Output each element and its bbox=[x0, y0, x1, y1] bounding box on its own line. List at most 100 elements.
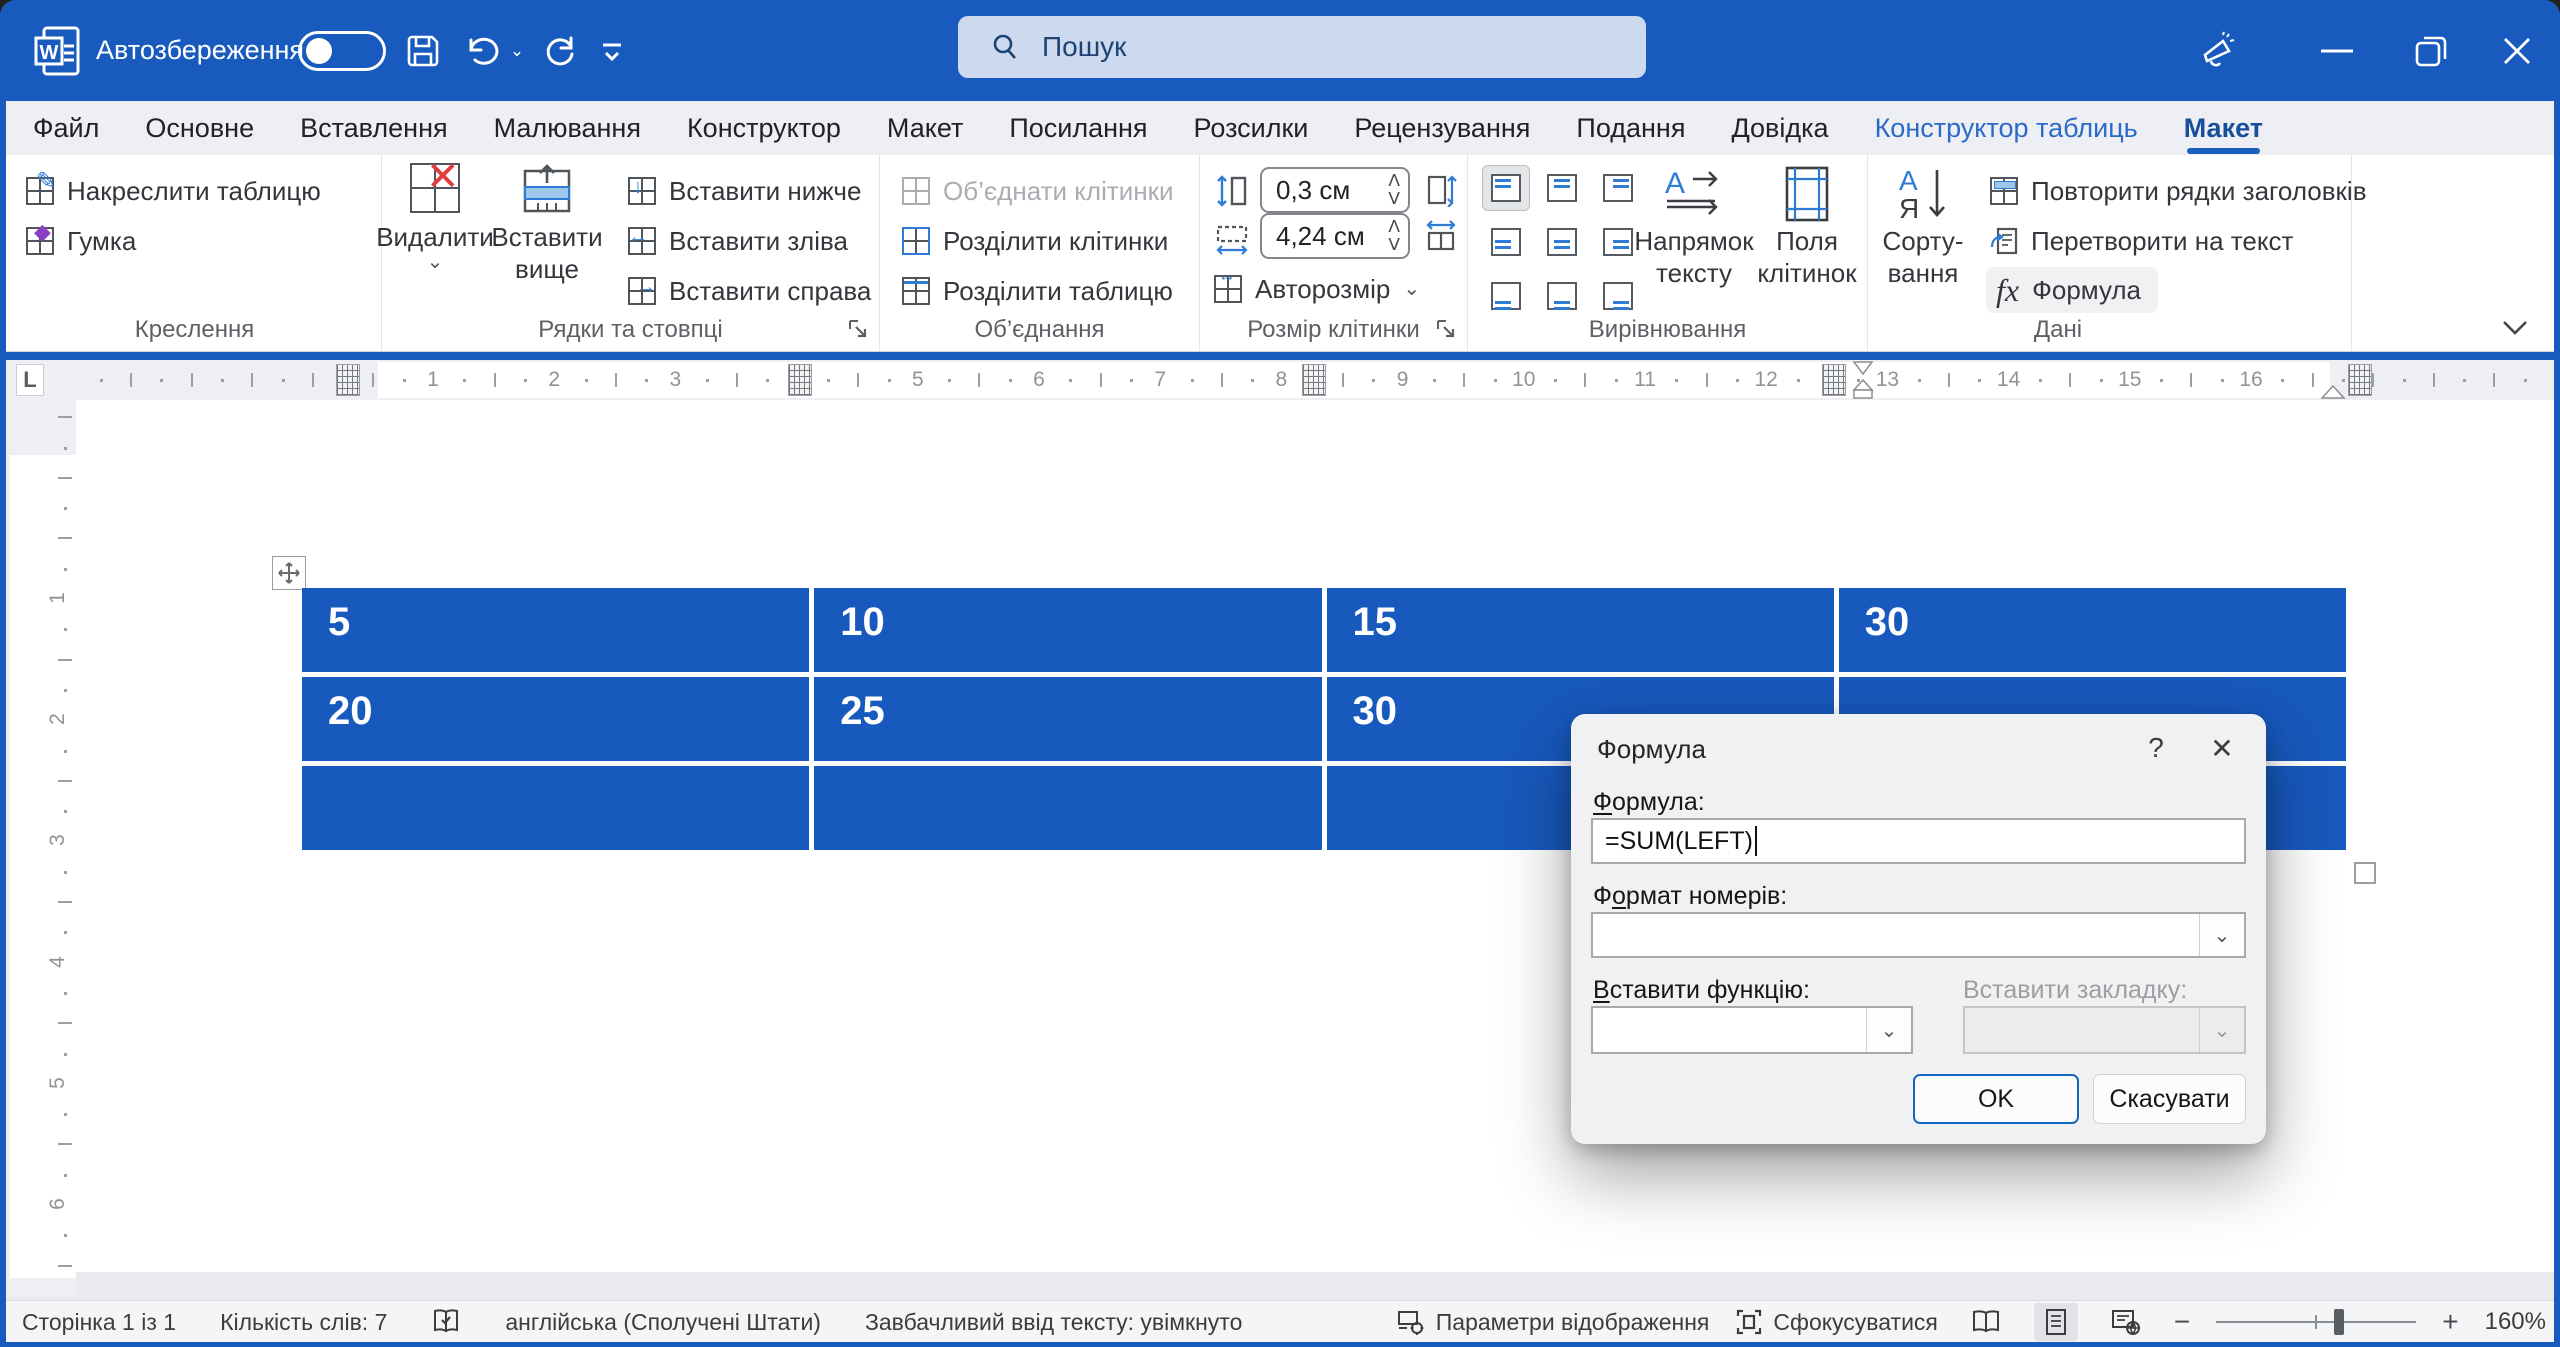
tab-7-normal[interactable]: Розсилки bbox=[1171, 101, 1332, 155]
undo-chevron-icon[interactable]: ⌄ bbox=[506, 0, 528, 101]
number-format-combobox[interactable]: ⌄ bbox=[1591, 912, 2246, 958]
align-top-right-button[interactable] bbox=[1594, 165, 1642, 211]
align-top-left-button[interactable] bbox=[1482, 165, 1530, 211]
save-icon[interactable] bbox=[400, 0, 446, 101]
indent-markers-icon[interactable] bbox=[1846, 360, 1880, 400]
table-cell-r1c2[interactable]: 10 bbox=[814, 588, 1321, 672]
tab-3-normal[interactable]: Малювання bbox=[471, 101, 664, 155]
undo-icon[interactable] bbox=[456, 0, 506, 101]
align-top-center-button[interactable] bbox=[1538, 165, 1586, 211]
table-column-marker[interactable] bbox=[1822, 364, 1846, 396]
tab-10-normal[interactable]: Довідка bbox=[1708, 101, 1851, 155]
web-layout-button[interactable] bbox=[2104, 1303, 2148, 1341]
table-column-marker[interactable] bbox=[1302, 364, 1326, 396]
status-bar: Сторінка 1 із 1 Кількість слів: 7 англій… bbox=[0, 1300, 2560, 1343]
tab-8-normal[interactable]: Рецензування bbox=[1331, 101, 1553, 155]
horizontal-ruler[interactable]: L 12345678910111213141516 bbox=[0, 360, 2560, 400]
collapse-ribbon-icon[interactable] bbox=[2500, 319, 2530, 337]
tab-0-normal[interactable]: Файл bbox=[10, 101, 122, 155]
customize-quick-access-icon[interactable] bbox=[592, 0, 632, 101]
table-cell-r1c1[interactable]: 5 bbox=[302, 588, 809, 672]
display-settings-button[interactable]: Параметри відображення bbox=[1396, 1308, 1710, 1336]
page-indicator[interactable]: Сторінка 1 із 1 bbox=[22, 1309, 176, 1336]
redo-icon[interactable] bbox=[534, 0, 584, 101]
sort-button[interactable]: АЯ Сорту- вання bbox=[1876, 163, 1970, 289]
table-column-marker[interactable] bbox=[788, 364, 812, 396]
proofing-icon[interactable] bbox=[431, 1307, 461, 1337]
table-column-marker[interactable] bbox=[2348, 364, 2372, 396]
align-center-left-button[interactable] bbox=[1482, 219, 1530, 265]
formula-input[interactable]: =SUM(LEFT) bbox=[1591, 818, 2246, 864]
help-icon[interactable]: ? bbox=[2134, 728, 2178, 768]
insert-below-button[interactable]: ↓ Вставити нижче bbox=[628, 169, 861, 213]
table-cell-r2c2[interactable]: 25 bbox=[814, 677, 1321, 761]
vertical-ruler[interactable]: 123456 bbox=[6, 400, 76, 1297]
insert-above-button[interactable]: Вставити вище bbox=[488, 163, 606, 285]
eraser-button[interactable]: ◆ Гумка bbox=[26, 219, 136, 263]
align-center-center-button[interactable] bbox=[1538, 219, 1586, 265]
tab-2-normal[interactable]: Вставлення bbox=[277, 101, 471, 155]
zoom-slider[interactable] bbox=[2216, 1303, 2416, 1341]
table-move-handle-icon[interactable] bbox=[272, 556, 306, 590]
convert-to-text-button[interactable]: Перетворити на текст bbox=[1990, 219, 2293, 263]
distribute-columns-icon[interactable] bbox=[1424, 219, 1458, 253]
language-indicator[interactable]: англійська (Сполучені Штати) bbox=[505, 1309, 821, 1336]
align-bottom-center-button[interactable] bbox=[1538, 273, 1586, 319]
row-height-field[interactable]: 0,3 см ᐱᐯ bbox=[1260, 167, 1410, 213]
read-mode-button[interactable] bbox=[1964, 1303, 2008, 1341]
distribute-rows-icon[interactable] bbox=[1424, 173, 1458, 207]
minimize-button[interactable] bbox=[2302, 0, 2372, 101]
chevron-down-icon[interactable]: ⌄ bbox=[2199, 914, 2244, 956]
tab-11-contextual[interactable]: Конструктор таблиць bbox=[1852, 101, 2161, 155]
split-cells-button[interactable]: Розділити клітинки bbox=[902, 219, 1168, 263]
table-cell-r1c4[interactable]: 30 bbox=[1839, 588, 2346, 672]
table-cell-r3c2[interactable] bbox=[814, 766, 1321, 850]
tab-12-active[interactable]: Макет bbox=[2161, 101, 2286, 155]
predictive-text-indicator[interactable]: Завбачливий ввід тексту: увімкнуто bbox=[865, 1309, 1242, 1336]
column-width-field[interactable]: 4,24 см ᐱᐯ bbox=[1260, 213, 1410, 259]
text-direction-button[interactable]: A Напрямок тексту bbox=[1638, 163, 1750, 289]
table-resize-handle[interactable] bbox=[2354, 862, 2376, 884]
tab-stop-selector-icon[interactable]: L bbox=[16, 364, 44, 396]
table-cell-r1c3[interactable]: 15 bbox=[1327, 588, 1834, 672]
zoom-level[interactable]: 160% bbox=[2485, 1308, 2546, 1336]
dialog-close-icon[interactable]: ✕ bbox=[2200, 728, 2244, 768]
cell-margins-button[interactable]: Поля клітинок bbox=[1754, 163, 1860, 289]
zoom-in-button[interactable]: + bbox=[2442, 1306, 2458, 1338]
chevron-down-icon[interactable]: ⌄ bbox=[1866, 1008, 1911, 1052]
announcement-icon[interactable] bbox=[2182, 0, 2252, 101]
print-layout-button[interactable] bbox=[2034, 1303, 2078, 1341]
paste-function-combobox[interactable]: ⌄ bbox=[1591, 1006, 1913, 1054]
align-bottom-left-button[interactable] bbox=[1482, 273, 1530, 319]
table-cell-r2c1[interactable]: 20 bbox=[302, 677, 809, 761]
spinner-arrows-icon[interactable]: ᐱᐯ bbox=[1388, 218, 1400, 254]
split-table-button[interactable]: Розділити таблицю bbox=[902, 269, 1173, 313]
spinner-arrows-icon[interactable]: ᐱᐯ bbox=[1388, 172, 1400, 208]
close-button[interactable] bbox=[2482, 0, 2552, 101]
insert-left-button[interactable]: ← Вставити зліва bbox=[628, 219, 848, 263]
table-column-marker[interactable] bbox=[336, 364, 360, 396]
table-cell-r3c1[interactable] bbox=[302, 766, 809, 850]
insert-right-button[interactable]: → Вставити справа bbox=[628, 269, 871, 313]
autofit-button[interactable]: ↔ Авторозмір ⌄ bbox=[1214, 267, 1420, 311]
search-box[interactable]: Пошук bbox=[958, 16, 1646, 78]
word-logo-icon[interactable]: W bbox=[34, 26, 80, 76]
tab-1-normal[interactable]: Основне bbox=[122, 101, 277, 155]
right-indent-marker-icon[interactable] bbox=[2318, 380, 2348, 400]
repeat-header-rows-button[interactable]: Повторити рядки заголовків bbox=[1990, 169, 2367, 213]
tab-6-normal[interactable]: Посилання bbox=[986, 101, 1170, 155]
word-count[interactable]: Кількість слів: 7 bbox=[220, 1309, 387, 1336]
tab-9-normal[interactable]: Подання bbox=[1553, 101, 1708, 155]
delete-button[interactable]: ✕ Видалити ⌄ bbox=[390, 163, 480, 271]
cancel-button[interactable]: Скасувати bbox=[2093, 1074, 2246, 1124]
formula-button[interactable]: fx Формула bbox=[1986, 267, 2158, 313]
ok-button[interactable]: OK bbox=[1913, 1074, 2079, 1124]
zoom-out-button[interactable]: − bbox=[2174, 1306, 2190, 1338]
tab-5-normal[interactable]: Макет bbox=[864, 101, 986, 155]
restore-button[interactable] bbox=[2396, 0, 2466, 101]
zoom-slider-thumb[interactable] bbox=[2334, 1309, 2344, 1335]
draw-table-button[interactable]: ✎ Накреслити таблицю bbox=[26, 169, 321, 213]
tab-4-normal[interactable]: Конструктор bbox=[664, 101, 864, 155]
focus-button[interactable]: Сфокусуватися bbox=[1735, 1308, 1937, 1336]
autosave-toggle[interactable] bbox=[298, 31, 386, 71]
